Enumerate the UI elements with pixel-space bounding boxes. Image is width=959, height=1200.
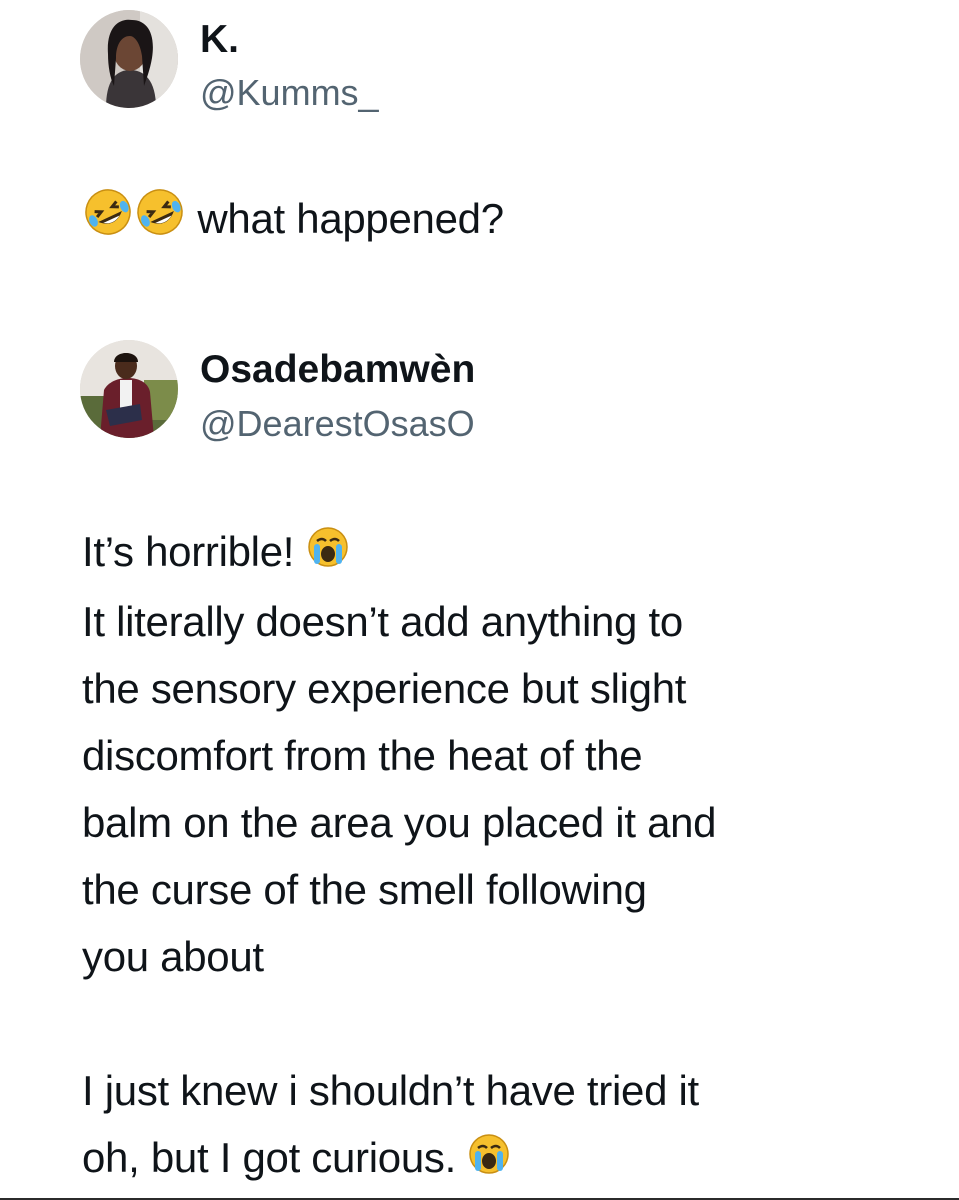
tweet-dearestosaso: Osadebamwèn @DearestOsasO It’s horrible!… [0,330,959,1200]
tweet-line: oh, but I got curious. [82,1124,716,1194]
loudly-crying-face-icon [306,521,350,588]
rolling-on-floor-laughing-icon [82,186,134,257]
tweet-text: It’s horrible! It literally doesn’t add … [82,518,717,1195]
user-handle[interactable]: @DearestOsasO [200,406,475,442]
tweet-line: discomfort from the heat of the [82,732,643,780]
avatar[interactable] [80,10,178,108]
rolling-on-floor-laughing-icon [134,186,186,257]
display-name[interactable]: K. [200,20,239,59]
tweet-text-content: what happened? [197,195,504,242]
tweet-line: the curse of the smell following [82,866,647,914]
display-name[interactable]: Osadebamwèn [200,350,475,389]
loudly-crying-face-icon [467,1128,511,1195]
tweet-line: I just knew i shouldn’t have tried it [82,1067,699,1115]
user-handle[interactable]: @Kumms_ [200,75,379,111]
avatar[interactable] [80,340,178,438]
tweet-text: what happened? [82,185,504,257]
tweet-line: balm on the area you placed it and [82,799,717,847]
tweet-line: you about [82,933,264,981]
tweet-line: the sensory experience but slight [82,665,687,713]
tweet-line: It literally doesn’t add anything to [82,598,683,646]
tweet-line: It’s horrible! [82,518,716,588]
tweet-kumms: K. @Kumms_ what happened? [0,0,959,300]
